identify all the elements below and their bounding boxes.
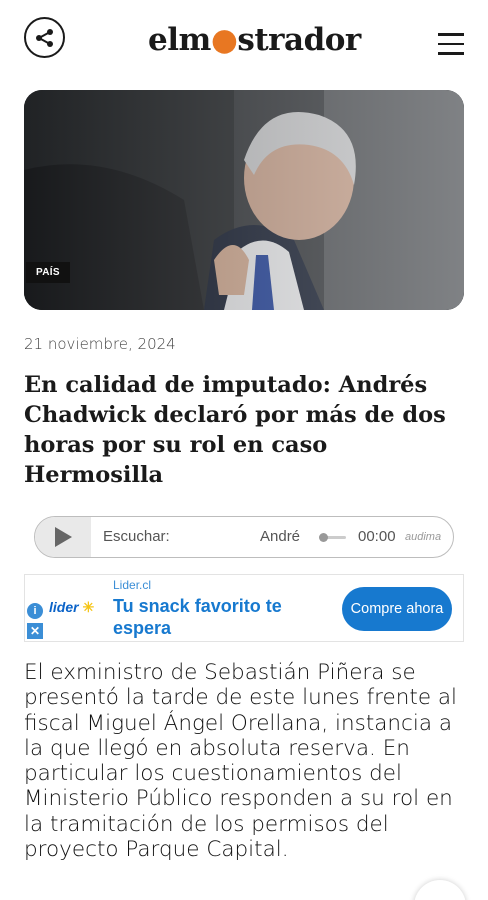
site-logo[interactable]: elm●strador <box>148 22 361 62</box>
article-body: El exministro de Sebastián Piñera se pre… <box>24 660 458 863</box>
ad-banner[interactable]: i ✕ lider ✳ Lider.cl Tu snack favorito t… <box>24 574 464 642</box>
logo-prefix: elm <box>148 22 211 58</box>
logo-dot-icon: ● <box>210 22 238 58</box>
hero-image[interactable] <box>24 90 464 310</box>
logo-suffix: strador <box>237 22 361 58</box>
listen-label: Escuchar: <box>103 528 170 545</box>
track-title: Andrés Chadwick <box>260 528 300 545</box>
ad-source[interactable]: Lider.cl <box>113 578 151 592</box>
hamburger-menu-icon[interactable] <box>438 33 464 55</box>
play-icon <box>55 527 72 547</box>
audio-player: Escuchar: Andrés Chadwick 00:00 audima <box>34 516 454 558</box>
play-button[interactable] <box>35 517 91 557</box>
spark-icon: ✳ <box>78 599 95 615</box>
article-date: 21 noviembre, 2024 <box>24 335 176 353</box>
ad-title[interactable]: Tu snack favorito te espera <box>113 595 333 639</box>
ad-logo: lider ✳ <box>49 599 94 616</box>
share-icon <box>35 28 53 47</box>
hero-photo-graphic <box>24 90 464 310</box>
ad-logo-text: lider <box>49 599 79 615</box>
share-button[interactable] <box>24 17 65 58</box>
ad-cta-button[interactable]: Compre ahora <box>342 587 452 631</box>
playback-time: 00:00 <box>358 528 396 545</box>
article-headline: En calidad de imputado: Andrés Chadwick … <box>24 372 446 488</box>
progress-slider[interactable] <box>319 533 346 542</box>
ad-info-icon[interactable]: i <box>27 603 43 619</box>
section-tag[interactable]: PAÍS <box>26 262 70 283</box>
slider-knob[interactable] <box>319 533 328 542</box>
site-header: elm●strador <box>0 0 488 88</box>
player-brand[interactable]: audima <box>405 531 441 543</box>
ad-close-icon[interactable]: ✕ <box>27 623 43 639</box>
floating-action-button[interactable] <box>414 880 466 900</box>
